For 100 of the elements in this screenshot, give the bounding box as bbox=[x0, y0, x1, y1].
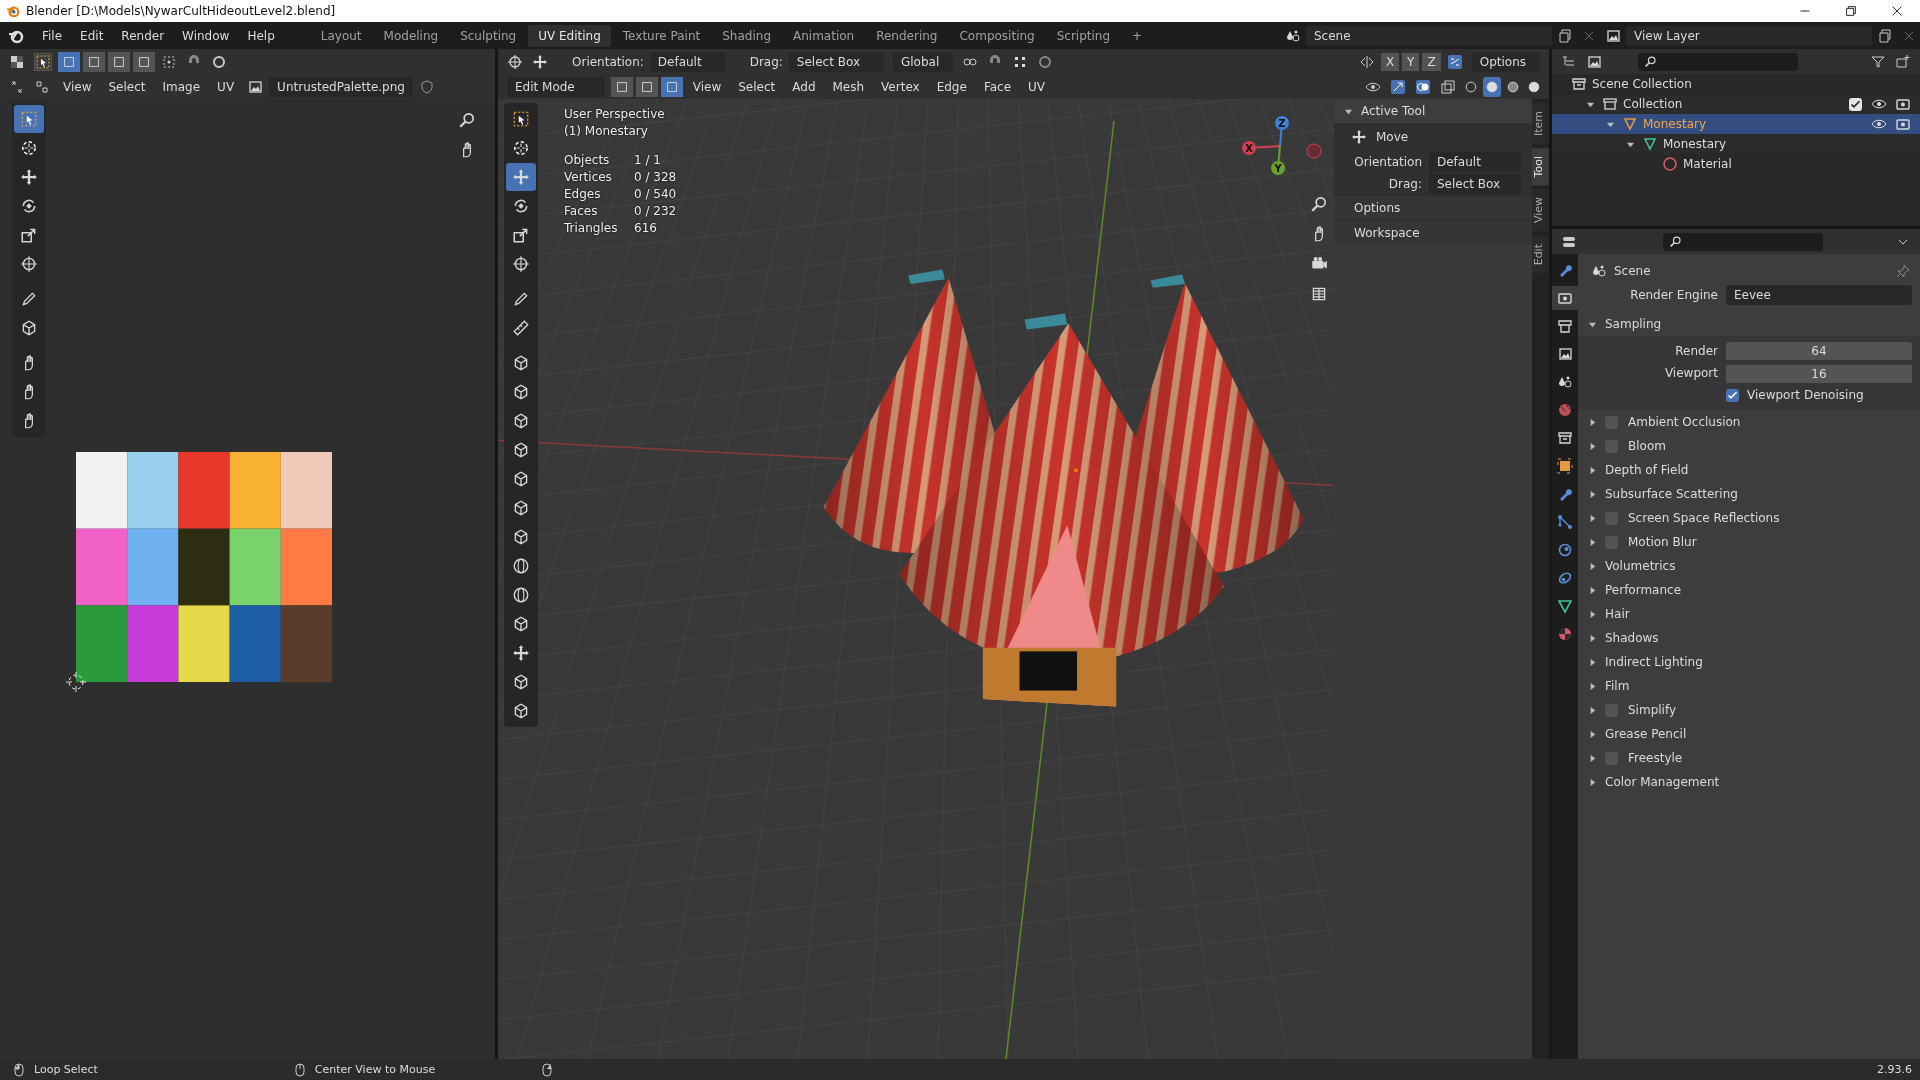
select-box-icon[interactable] bbox=[34, 52, 52, 71]
expand-icon[interactable] bbox=[1588, 753, 1597, 763]
expand-icon[interactable] bbox=[1588, 513, 1597, 523]
move-icon[interactable] bbox=[532, 53, 548, 70]
panel-title[interactable]: Freestyle bbox=[1628, 751, 1683, 765]
search-icon[interactable] bbox=[1310, 195, 1328, 213]
select-mode-button[interactable] bbox=[108, 51, 130, 72]
properties-tab[interactable] bbox=[1552, 286, 1578, 310]
shield-icon[interactable] bbox=[418, 78, 435, 95]
expand-icon[interactable] bbox=[1588, 729, 1597, 739]
menu-item[interactable]: Add bbox=[785, 76, 823, 97]
transform-space-dropdown[interactable]: Global bbox=[893, 51, 954, 72]
restore-icon[interactable] bbox=[1844, 4, 1858, 18]
panel-title[interactable]: Grease Pencil bbox=[1605, 727, 1687, 741]
auto-merge-icon[interactable] bbox=[1446, 53, 1463, 70]
expand-icon[interactable] bbox=[1588, 585, 1597, 595]
axis-toggle[interactable]: Y bbox=[1402, 52, 1420, 71]
panel-header[interactable]: Options bbox=[1334, 195, 1532, 220]
scene-field[interactable]: Scene bbox=[1306, 25, 1552, 46]
axis-handle[interactable]: Z bbox=[1275, 116, 1289, 130]
workspace-tab[interactable]: Scripting bbox=[1046, 24, 1121, 47]
axis-toggle[interactable]: X bbox=[1380, 52, 1400, 71]
drag-dropdown[interactable]: Select Box bbox=[788, 51, 884, 72]
select-mode-button[interactable] bbox=[83, 51, 105, 72]
select-mode-button[interactable] bbox=[635, 76, 658, 97]
outliner-item[interactable]: Material bbox=[1683, 157, 1732, 171]
axis-toggle[interactable]: Z bbox=[1422, 52, 1441, 71]
overlay-icon[interactable] bbox=[1415, 78, 1431, 95]
expand-icon[interactable] bbox=[1588, 657, 1597, 667]
search-field[interactable] bbox=[1638, 52, 1798, 71]
search-field[interactable] bbox=[1663, 232, 1823, 251]
panel-title[interactable]: Film bbox=[1605, 679, 1630, 693]
island-icon[interactable] bbox=[34, 78, 50, 95]
menu-item[interactable]: UV bbox=[1021, 76, 1052, 97]
panel-title[interactable]: Performance bbox=[1605, 583, 1682, 597]
image-icon[interactable] bbox=[1586, 53, 1602, 70]
panel-title[interactable]: Motion Blur bbox=[1628, 535, 1697, 549]
axis-handle[interactable]: X bbox=[1242, 141, 1256, 155]
expand-icon[interactable] bbox=[1588, 681, 1597, 691]
select-mode-button[interactable] bbox=[610, 76, 633, 97]
shading-button[interactable] bbox=[1483, 76, 1501, 97]
view-layer-field[interactable]: View Layer bbox=[1626, 25, 1872, 46]
transform-icon[interactable] bbox=[507, 53, 523, 70]
menu-item[interactable]: Vertex bbox=[874, 76, 927, 97]
image-name-field[interactable]: UntrustedPalette.png bbox=[269, 76, 413, 97]
grid-icon[interactable] bbox=[1310, 285, 1328, 303]
menu-item[interactable]: Render bbox=[113, 25, 173, 46]
outliner-item[interactable]: Collection bbox=[1623, 97, 1683, 111]
panel-title[interactable]: Indirect Lighting bbox=[1605, 655, 1703, 669]
orientation-dropdown[interactable]: Default bbox=[1429, 152, 1521, 172]
expand-icon[interactable] bbox=[1588, 633, 1597, 643]
expand-icon[interactable] bbox=[1588, 537, 1597, 547]
panel-title[interactable]: Shadows bbox=[1605, 631, 1659, 645]
menu-item[interactable]: Edge bbox=[929, 76, 974, 97]
close-icon[interactable] bbox=[1890, 4, 1904, 18]
menu-item[interactable]: File bbox=[34, 25, 71, 46]
menu-item[interactable]: Help bbox=[239, 25, 283, 46]
panel-title[interactable]: Simplify bbox=[1628, 703, 1677, 717]
number-field[interactable]: 64 bbox=[1726, 342, 1912, 360]
gizmo-icon[interactable] bbox=[1390, 78, 1406, 95]
select-mode-button[interactable] bbox=[660, 76, 683, 97]
expand-icon[interactable] bbox=[1588, 777, 1597, 787]
menu-item[interactable]: Select bbox=[731, 76, 783, 97]
menu-item[interactable]: Window bbox=[174, 25, 238, 46]
sidebar-tab[interactable]: Item bbox=[1532, 103, 1549, 145]
panel-title[interactable]: Sampling bbox=[1605, 317, 1662, 331]
expand-icon[interactable] bbox=[1588, 609, 1597, 619]
workspace-tab[interactable]: Layout bbox=[310, 24, 372, 47]
workspace-tab[interactable]: Compositing bbox=[949, 24, 1045, 47]
menu-item[interactable]: Image bbox=[155, 76, 208, 97]
add-workspace-button[interactable]: + bbox=[1122, 24, 1153, 47]
panel-title[interactable]: Ambient Occlusion bbox=[1628, 415, 1741, 429]
workspace-tab[interactable]: Sculpting bbox=[450, 24, 527, 47]
expand-icon[interactable] bbox=[1588, 561, 1597, 571]
workspace-tab[interactable]: Modeling bbox=[373, 24, 449, 47]
workspace-tab[interactable]: Animation bbox=[783, 24, 865, 47]
menu-item[interactable]: Select bbox=[101, 76, 153, 97]
drag-dropdown[interactable]: Select Box bbox=[1429, 174, 1521, 194]
panel-title[interactable]: Screen Space Reflections bbox=[1628, 511, 1780, 525]
number-field[interactable]: 16 bbox=[1726, 363, 1912, 383]
select-mode-button[interactable] bbox=[133, 51, 155, 72]
checker-icon[interactable] bbox=[9, 53, 25, 70]
menu-item[interactable]: Face bbox=[976, 76, 1018, 97]
pin-icon[interactable] bbox=[1895, 263, 1911, 279]
render-engine-dropdown[interactable]: Eevee bbox=[1726, 285, 1912, 305]
options-dropdown[interactable]: Options bbox=[1471, 51, 1540, 72]
proportional-icon[interactable] bbox=[211, 53, 227, 70]
checkbox[interactable] bbox=[1726, 388, 1739, 402]
negative-axis-handle[interactable] bbox=[1306, 143, 1322, 159]
new-collection-icon[interactable] bbox=[1895, 53, 1911, 70]
select-mode-button[interactable] bbox=[58, 51, 80, 72]
outliner-item[interactable]: Scene Collection bbox=[1592, 77, 1692, 91]
panel-title[interactable]: Volumetrics bbox=[1605, 559, 1676, 573]
menu-item[interactable]: View bbox=[685, 76, 729, 97]
image-icon[interactable] bbox=[247, 78, 264, 95]
panel-title[interactable]: Active Tool bbox=[1361, 104, 1426, 118]
axis-handle[interactable]: Y bbox=[1271, 161, 1285, 175]
workspace-tab[interactable]: Rendering bbox=[866, 24, 948, 47]
sidebar-tab[interactable]: View bbox=[1532, 189, 1549, 232]
workspace-tab[interactable]: Texture Paint bbox=[612, 24, 711, 47]
